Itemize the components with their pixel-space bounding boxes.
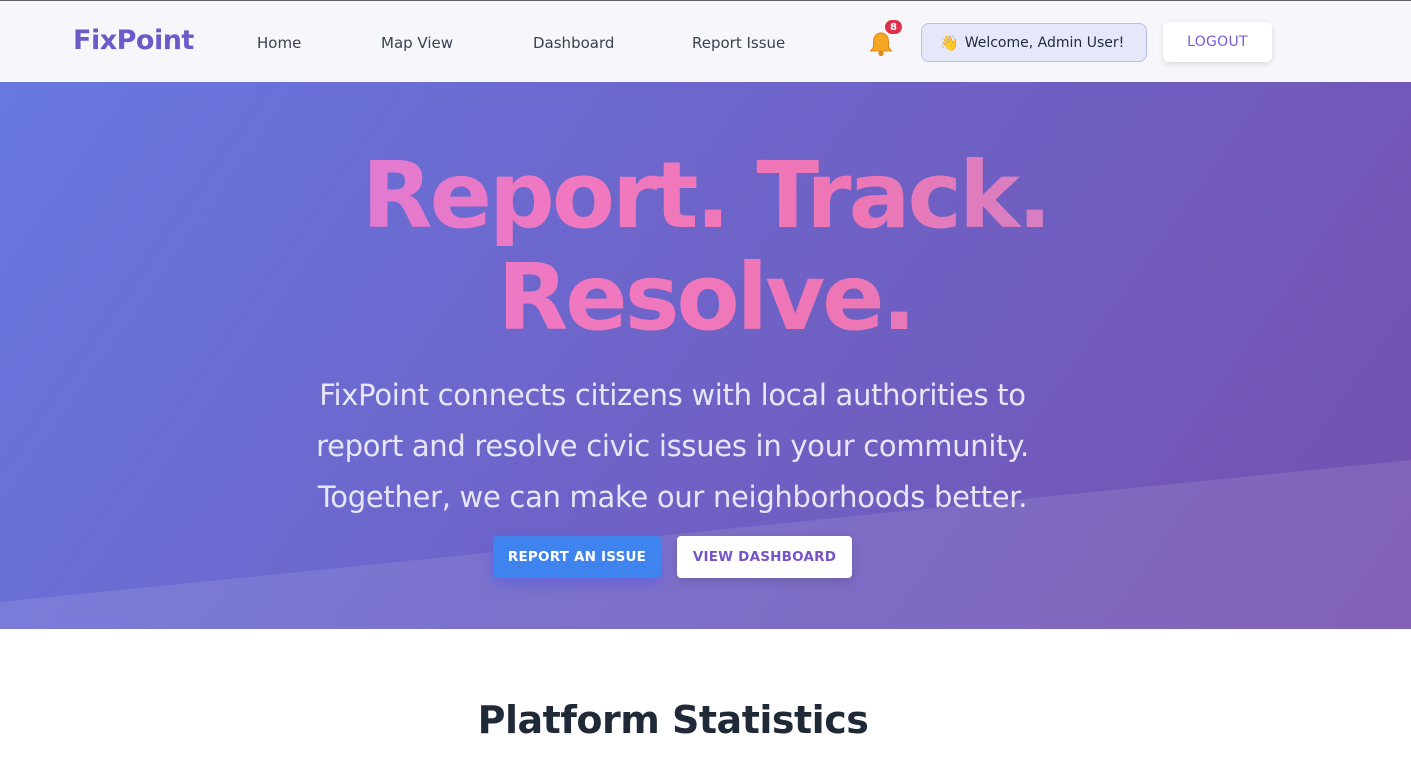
nav-report-issue[interactable]: Report Issue: [692, 34, 785, 52]
notification-badge: 8: [884, 19, 903, 35]
wave-icon: 👋: [940, 33, 959, 52]
welcome-chip: 👋 Welcome, Admin User!: [921, 23, 1147, 62]
report-issue-button[interactable]: REPORT AN ISSUE: [493, 536, 661, 578]
hero-headline-line1: Report. Track.: [0, 142, 1411, 249]
hero-headline-line2: Resolve.: [0, 244, 1411, 351]
logout-button[interactable]: LOGOUT: [1163, 22, 1272, 62]
nav-dashboard[interactable]: Dashboard: [533, 34, 614, 52]
nav-home[interactable]: Home: [257, 34, 301, 52]
hero-subtext: FixPoint connects citizens with local au…: [316, 378, 1029, 514]
brand-logo[interactable]: FixPoint: [73, 25, 194, 56]
welcome-text: Welcome, Admin User!: [964, 34, 1125, 51]
platform-statistics-title: Platform Statistics: [477, 698, 869, 742]
view-dashboard-button[interactable]: VIEW DASHBOARD: [677, 536, 852, 578]
nav-map-view[interactable]: Map View: [381, 34, 453, 52]
hero-section: Report. Track. Resolve. FixPoint connect…: [0, 82, 1411, 629]
navbar: FixPoint Home Map View Dashboard Report …: [0, 0, 1411, 82]
